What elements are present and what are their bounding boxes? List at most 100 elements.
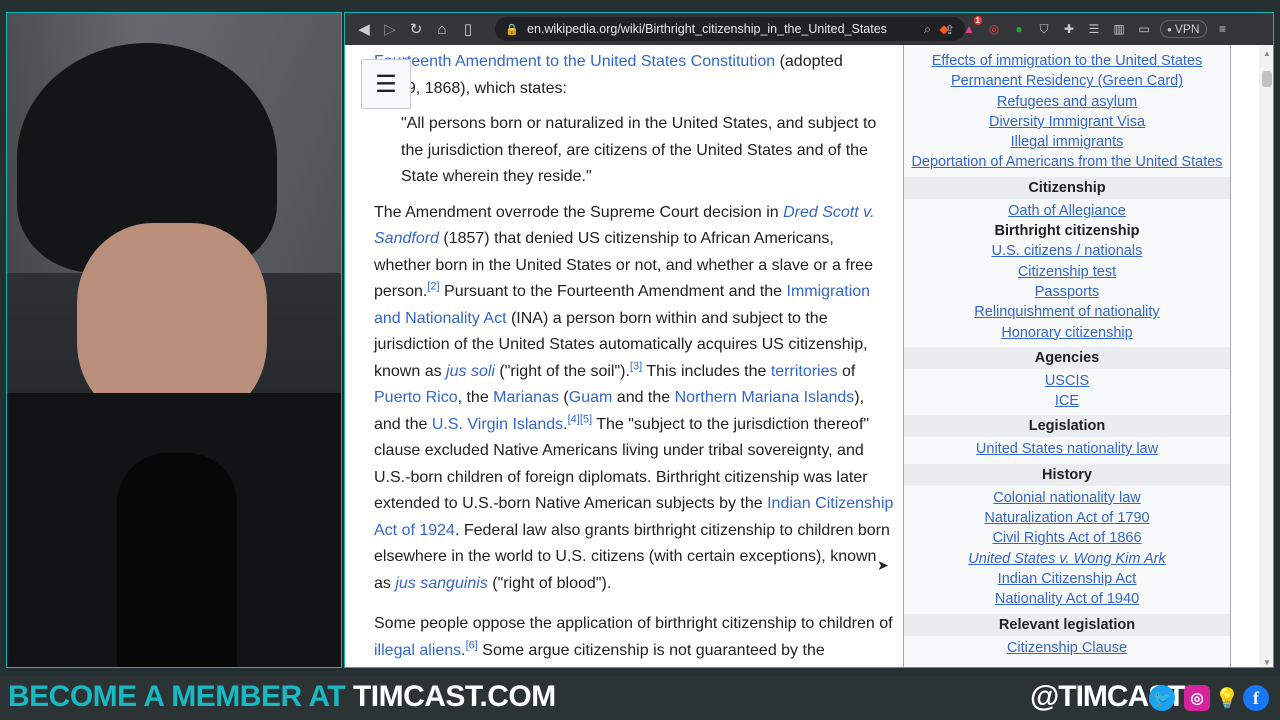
legislation-links: United States nationality law: [904, 439, 1230, 459]
sidebar-icon[interactable]: ▥: [1110, 20, 1128, 38]
northern-mariana-islands-link[interactable]: Northern Mariana Islands: [675, 389, 855, 406]
scroll-down-icon[interactable]: ▼: [1263, 658, 1271, 667]
brave-rewards-icon[interactable]: ▲ 1: [960, 16, 982, 38]
legislation-heading: Legislation: [904, 415, 1230, 438]
agencies-links: USCIS ICE: [904, 371, 1230, 412]
wong-kim-ark-link[interactable]: United States v. Wong Kim Ark: [904, 549, 1230, 569]
scrollbar-thumb[interactable]: [1262, 71, 1272, 87]
membership-cta: BECOME A MEMBER AT TIMCAST.COM: [8, 680, 556, 714]
text: ("right of the soil").: [494, 362, 630, 380]
history-heading: History: [904, 463, 1230, 486]
text: Pursuant to the Fourteenth Amendment and…: [439, 283, 787, 300]
citizenship-link-1[interactable]: Citizenship test: [904, 262, 1230, 282]
address-bar[interactable]: 🔒 en.wikipedia.org/wiki/Birthright_citiz…: [495, 17, 965, 41]
bookmark-icon[interactable]: ▯: [455, 16, 481, 42]
notification-badge: 1: [973, 16, 982, 25]
playlist-icon[interactable]: ☰: [1085, 20, 1103, 38]
text: (: [558, 389, 569, 406]
wikipedia-page: Fourteenth Amendment to the United State…: [345, 45, 1259, 667]
forward-icon[interactable]: ▷: [377, 16, 403, 42]
twitter-icon: 🐦: [1149, 685, 1175, 711]
brave-shield-icon[interactable]: ◆: [935, 20, 953, 38]
text: , the: [457, 389, 494, 406]
extension-bar: ◆ ▲ 1 ◎ ● ⛉ ✚ ☰ ▥ ▭ ● VPN ≡: [935, 16, 1232, 41]
history-link-b-0[interactable]: Indian Citizenship Act: [904, 569, 1230, 589]
history-links: Colonial nationality law Naturalization A…: [904, 488, 1230, 549]
immigration-link-0[interactable]: Effects of immigration to the United Sta…: [904, 51, 1230, 71]
immigration-links: Effects of immigration to the United Sta…: [904, 51, 1230, 173]
cta-site: TIMCAST.COM: [352, 680, 556, 713]
relevant-links: Citizenship Clause: [904, 638, 1230, 658]
microphone: [117, 453, 237, 667]
vpn-button[interactable]: ● VPN: [1160, 20, 1207, 38]
extension-icon-1[interactable]: ◎: [985, 20, 1003, 38]
table-of-contents-toggle-icon[interactable]: ☰: [361, 59, 411, 109]
legislation-link-0[interactable]: United States nationality law: [904, 439, 1230, 459]
us-virgin-islands-link[interactable]: U.S. Virgin Islands: [432, 416, 563, 433]
citation-2[interactable]: [2]: [427, 281, 439, 293]
history-link-1[interactable]: Naturalization Act of 1790: [904, 508, 1230, 528]
jus-sanguinis-link[interactable]: jus sanguinis: [395, 575, 488, 592]
text: (adopted: [775, 53, 843, 70]
extension-icon-2[interactable]: ●: [1010, 20, 1028, 38]
fourteenth-amendment-link[interactable]: Fourteenth Amendment to the United State…: [374, 53, 775, 70]
home-icon[interactable]: ⌂: [429, 16, 455, 42]
immigration-link-5[interactable]: Deportation of Americans from the United…: [904, 152, 1230, 172]
wallet-icon[interactable]: ▭: [1135, 20, 1153, 38]
lock-icon: 🔒: [505, 23, 519, 36]
webcam-feed: [6, 12, 342, 668]
relevant-legislation-heading: Relevant legislation: [904, 613, 1230, 636]
citizenship-link-4[interactable]: Honorary citizenship: [904, 323, 1230, 343]
reload-icon[interactable]: ↻: [403, 16, 429, 42]
text: of: [837, 362, 856, 380]
paragraph-1: The Amendment overrode the Supreme Court…: [374, 200, 894, 598]
citation-4[interactable]: [4]: [568, 413, 580, 425]
relevant-link-0[interactable]: Citizenship Clause: [904, 638, 1230, 658]
page-scrollbar[interactable]: ▲ ▼: [1259, 45, 1273, 667]
scroll-up-icon[interactable]: ▲: [1263, 49, 1271, 58]
immigration-link-2[interactable]: Refugees and asylum: [904, 92, 1230, 112]
mouse-cursor-icon: ➤: [877, 557, 889, 573]
zoom-icon[interactable]: ⌕: [924, 22, 931, 37]
immigration-link-4[interactable]: Illegal immigrants: [904, 132, 1230, 152]
oath-of-allegiance-link[interactable]: Oath of Allegiance: [904, 201, 1230, 221]
citizenship-link-0[interactable]: U.S. citizens / nationals: [904, 241, 1230, 261]
citizenship-links: U.S. citizens / nationals Citizenship tes…: [904, 241, 1230, 342]
text: Some people oppose the application of bi…: [374, 615, 893, 632]
citation-3[interactable]: [3]: [630, 360, 642, 372]
citizenship-link-3[interactable]: Relinquishment of nationality: [904, 302, 1230, 322]
citation-6[interactable]: [6]: [466, 639, 478, 651]
lightbulb-icon: 💡: [1214, 687, 1240, 710]
history-link-2[interactable]: Civil Rights Act of 1866: [904, 528, 1230, 548]
navbox-sidebar: Effects of immigration to the United Sta…: [903, 45, 1231, 667]
text: ("right of blood").: [487, 574, 612, 592]
agency-link-1[interactable]: ICE: [904, 391, 1230, 411]
territories-link[interactable]: territories: [771, 363, 838, 380]
shield-icon[interactable]: ⛉: [1035, 20, 1053, 38]
text: The Amendment overrode the Supreme Court…: [374, 203, 784, 221]
puerto-rico-link[interactable]: Puerto Rico: [374, 389, 458, 406]
paragraph-2: Some people oppose the application of bi…: [374, 611, 894, 667]
jus-soli-link[interactable]: jus soli: [446, 363, 495, 380]
back-icon[interactable]: ◀: [351, 16, 377, 42]
marianas-link[interactable]: Marianas: [493, 389, 559, 406]
cta-prefix: BECOME A MEMBER AT: [8, 680, 353, 713]
intro-lines: Fourteenth Amendment to the United State…: [374, 49, 894, 102]
puzzle-icon[interactable]: ✚: [1060, 20, 1078, 38]
history-link-b-1[interactable]: Nationality Act of 1940: [904, 589, 1230, 609]
illegal-aliens-link[interactable]: illegal aliens: [374, 642, 461, 659]
citizenship-link-2[interactable]: Passports: [904, 282, 1230, 302]
agency-link-0[interactable]: USCIS: [904, 371, 1230, 391]
facebook-icon: f: [1243, 685, 1269, 711]
guam-link[interactable]: Guam: [569, 389, 613, 406]
stream-overlay: ◀ ▷ ↻ ⌂ ▯ 🔒 en.wikipedia.org/wiki/Birthr…: [0, 0, 1280, 720]
history-link-0[interactable]: Colonial nationality law: [904, 488, 1230, 508]
agencies-heading: Agencies: [904, 346, 1230, 369]
url-text: en.wikipedia.org/wiki/Birthright_citizen…: [527, 22, 887, 36]
history-links-2: Indian Citizenship Act Nationality Act of…: [904, 569, 1230, 610]
immigration-link-1[interactable]: Permanent Residency (Green Card): [904, 71, 1230, 91]
bottom-banner: BECOME A MEMBER AT TIMCAST.COM @TIMCAST …: [0, 676, 1280, 720]
immigration-link-3[interactable]: Diversity Immigrant Visa: [904, 112, 1230, 132]
menu-icon[interactable]: ≡: [1214, 20, 1232, 38]
citation-5[interactable]: [5]: [580, 413, 592, 425]
